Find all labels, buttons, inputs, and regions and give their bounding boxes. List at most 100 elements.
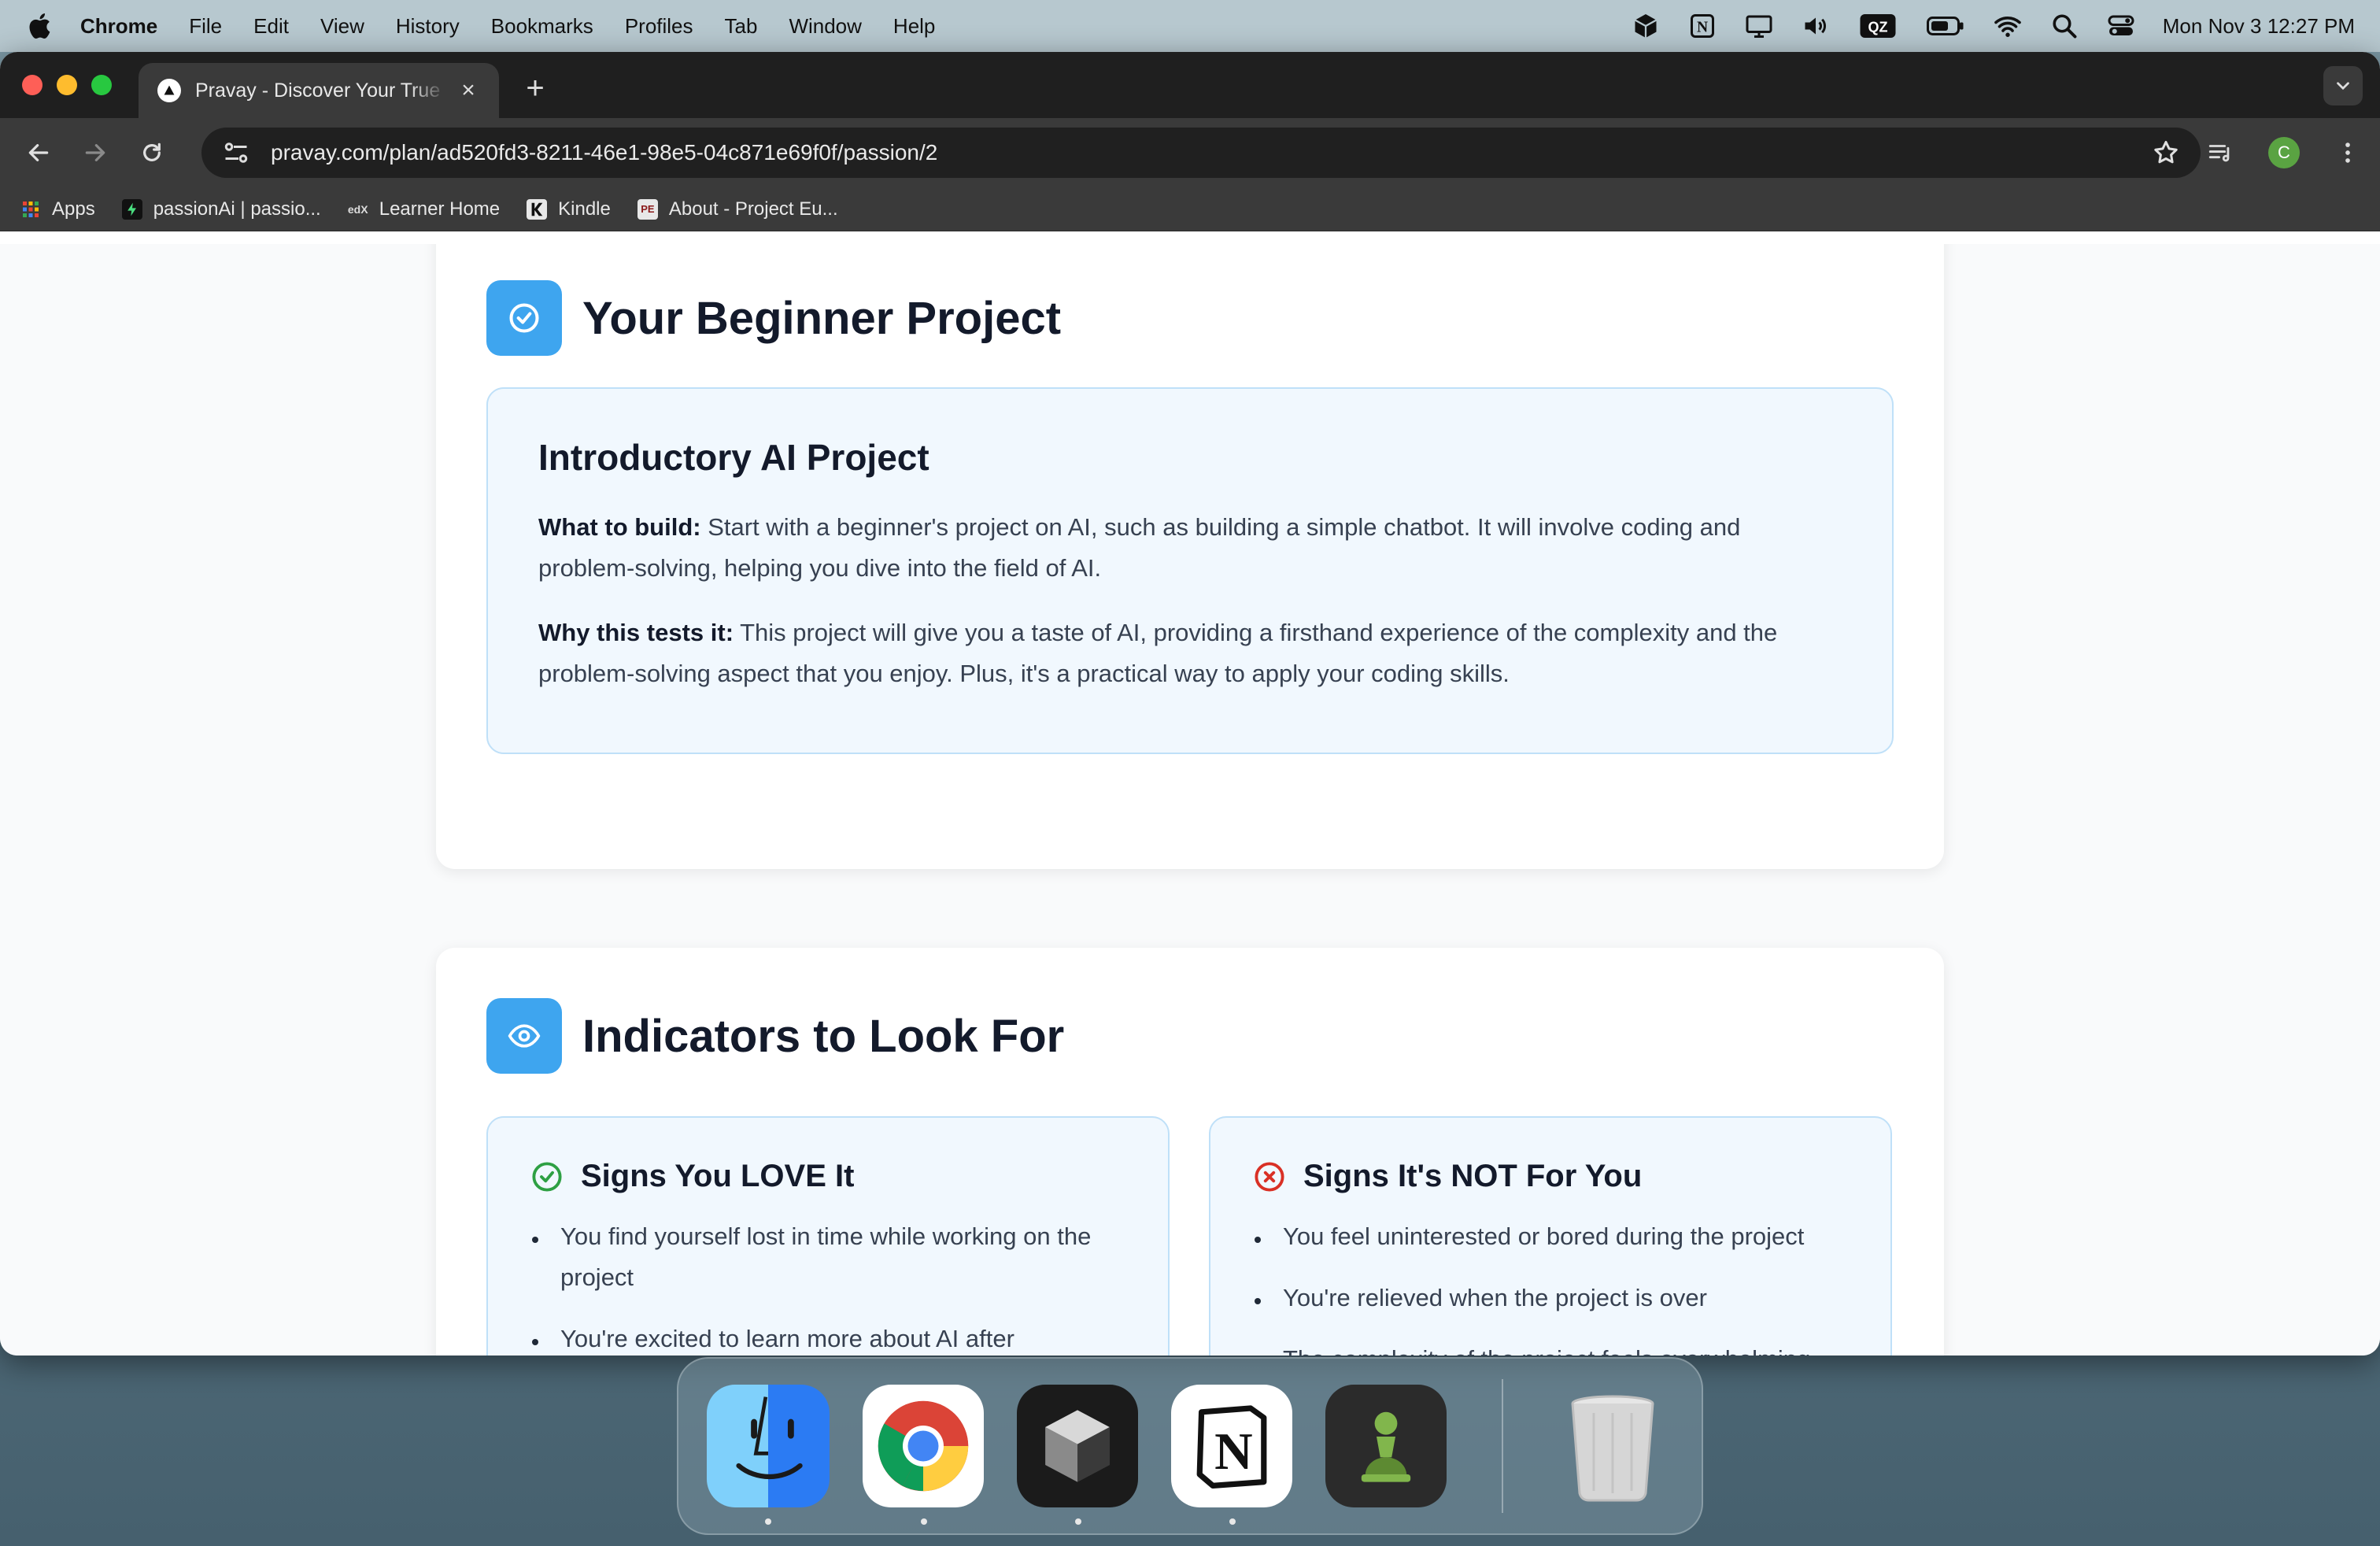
red-x-circle-icon: [1255, 1161, 1284, 1192]
menu-view[interactable]: View: [320, 14, 364, 39]
search-icon[interactable]: [2049, 11, 2079, 41]
menu-app-name[interactable]: Chrome: [80, 14, 157, 39]
volume-icon[interactable]: [1801, 11, 1831, 41]
url-text[interactable]: pravay.com/plan/ad520fd3-8211-46e1-98e5-…: [271, 140, 2152, 165]
list-item: You find yourself lost in time while wor…: [530, 1216, 1125, 1298]
passionai-icon: [121, 198, 142, 220]
menubar-clock[interactable]: Mon Nov 3 12:27 PM: [2163, 14, 2355, 39]
dock-finder[interactable]: [707, 1385, 830, 1525]
address-bar[interactable]: pravay.com/plan/ad520fd3-8211-46e1-98e5-…: [201, 128, 2201, 178]
bookmark-label: Learner Home: [379, 198, 501, 220]
bookmark-kindle[interactable]: Kindle: [527, 198, 611, 220]
green-check-circle-icon: [532, 1161, 562, 1192]
box-icon[interactable]: [1631, 11, 1661, 41]
more-menu-icon[interactable]: [2334, 139, 2361, 166]
page-viewport[interactable]: Your Beginner Project Introductory AI Pr…: [0, 244, 2380, 1356]
project-box: Introductory AI Project What to build: S…: [486, 387, 1894, 754]
site-settings-icon[interactable]: [222, 139, 250, 167]
profile-avatar[interactable]: C: [2268, 137, 2300, 168]
notion-dock-glyph: N: [1214, 1422, 1253, 1481]
battery-icon[interactable]: [1925, 11, 1966, 41]
indicators-section-title: Indicators to Look For: [582, 1010, 1065, 1062]
dock-chess[interactable]: [1325, 1385, 1447, 1507]
finder-face-icon: [736, 1396, 803, 1480]
dock-notion[interactable]: N: [1171, 1385, 1292, 1525]
menu-tab[interactable]: Tab: [725, 14, 758, 39]
signs-not-header: Signs It's NOT For You: [1253, 1159, 1848, 1194]
signs-love-list: You find yourself lost in time while wor…: [530, 1216, 1125, 1356]
menu-help[interactable]: Help: [893, 14, 935, 39]
bookmark-passionai[interactable]: passionAi | passio...: [121, 198, 321, 220]
macos-dock: N: [677, 1357, 1703, 1535]
chrome-logo-icon: [878, 1400, 969, 1492]
bookmark-apps[interactable]: Apps: [20, 198, 95, 220]
eye-icon: [486, 998, 562, 1074]
what-to-build-text: Start with a beginner's project on AI, s…: [538, 513, 1741, 582]
beginner-project-card: Your Beginner Project Introductory AI Pr…: [436, 244, 1944, 869]
bookmark-project-euler[interactable]: PE About - Project Eu...: [637, 198, 838, 220]
list-item: The complexity of the project feels over…: [1253, 1339, 1848, 1356]
qz-glyph: QZ: [1868, 20, 1887, 35]
menu-window[interactable]: Window: [789, 14, 861, 39]
menu-file[interactable]: File: [189, 14, 222, 39]
apple-logo-icon[interactable]: [25, 10, 57, 42]
display-icon[interactable]: [1744, 11, 1774, 41]
control-center-icon[interactable]: [2106, 11, 2136, 41]
dock-separator: [1502, 1379, 1503, 1513]
beginner-section-title: Your Beginner Project: [582, 292, 1062, 344]
toolbar-right: C: [2207, 137, 2361, 168]
signs-not-list: You feel uninterested or bored during th…: [1253, 1216, 1848, 1356]
close-window-button[interactable]: [22, 75, 42, 95]
kindle-icon: [527, 198, 548, 220]
macos-menubar: Chrome File Edit View History Bookmarks …: [0, 0, 2380, 52]
dock-cube-app[interactable]: [1017, 1385, 1138, 1525]
new-tab-icon[interactable]: +: [519, 71, 551, 106]
bookmark-label: About - Project Eu...: [668, 198, 838, 220]
active-tab[interactable]: Pravay - Discover Your True Passion ×: [139, 63, 499, 118]
menu-bookmarks[interactable]: Bookmarks: [491, 14, 593, 39]
tab-search-dropdown[interactable]: [2323, 66, 2363, 105]
signs-love-header: Signs You LOVE It: [530, 1159, 1125, 1194]
why-tests-paragraph: Why this tests it: This project will giv…: [538, 612, 1842, 694]
what-to-build-label: What to build:: [538, 513, 701, 541]
running-indicator: [1229, 1518, 1236, 1525]
chevron-down-icon: [2337, 82, 2349, 91]
reload-button[interactable]: [132, 133, 172, 172]
list-item: You're excited to learn more about AI af…: [530, 1319, 1125, 1356]
apps-grid-icon: [20, 199, 41, 220]
beginner-section-header: Your Beginner Project: [486, 280, 1061, 356]
bookmark-label: Apps: [52, 198, 95, 220]
forward-button[interactable]: [76, 133, 115, 172]
edx-icon: edX: [347, 202, 368, 216]
bookmark-label: Kindle: [558, 198, 611, 220]
notion-status-icon[interactable]: N: [1687, 11, 1717, 41]
why-tests-label: Why this tests it:: [538, 619, 734, 646]
back-button[interactable]: [19, 133, 58, 172]
dock-chrome[interactable]: [863, 1385, 984, 1525]
menu-history[interactable]: History: [396, 14, 460, 39]
tab-strip: Pravay - Discover Your True Passion × +: [0, 52, 2380, 118]
indicators-card: Indicators to Look For Signs You LOVE It…: [436, 948, 1944, 1356]
close-tab-icon[interactable]: ×: [456, 79, 480, 102]
running-indicator: [765, 1518, 771, 1525]
menu-profiles[interactable]: Profiles: [625, 14, 693, 39]
running-indicator: [1075, 1518, 1081, 1525]
dock-trash[interactable]: [1552, 1385, 1673, 1507]
window-controls: [22, 75, 112, 95]
bookmarks-bar: Apps passionAi | passio... edX Learner H…: [0, 187, 2380, 231]
reading-list-icon[interactable]: [2207, 139, 2234, 166]
check-circle-icon: [486, 280, 562, 356]
notion-status-glyph: N: [1697, 20, 1708, 36]
chess-pawn-icon: [1361, 1411, 1411, 1482]
pravay-favicon-icon: [157, 79, 181, 102]
wifi-icon[interactable]: [1993, 11, 2023, 41]
bookmark-star-icon[interactable]: [2152, 139, 2180, 167]
project-euler-icon: PE: [637, 198, 658, 220]
bookmark-learner-home[interactable]: edX Learner Home: [348, 198, 500, 220]
signs-love-box: Signs You LOVE It You find yourself lost…: [486, 1116, 1170, 1356]
qz-icon[interactable]: QZ: [1857, 11, 1898, 41]
zoom-window-button[interactable]: [91, 75, 112, 95]
menu-edit[interactable]: Edit: [253, 14, 289, 39]
browser-toolbar: pravay.com/plan/ad520fd3-8211-46e1-98e5-…: [0, 118, 2380, 187]
minimize-window-button[interactable]: [57, 75, 77, 95]
